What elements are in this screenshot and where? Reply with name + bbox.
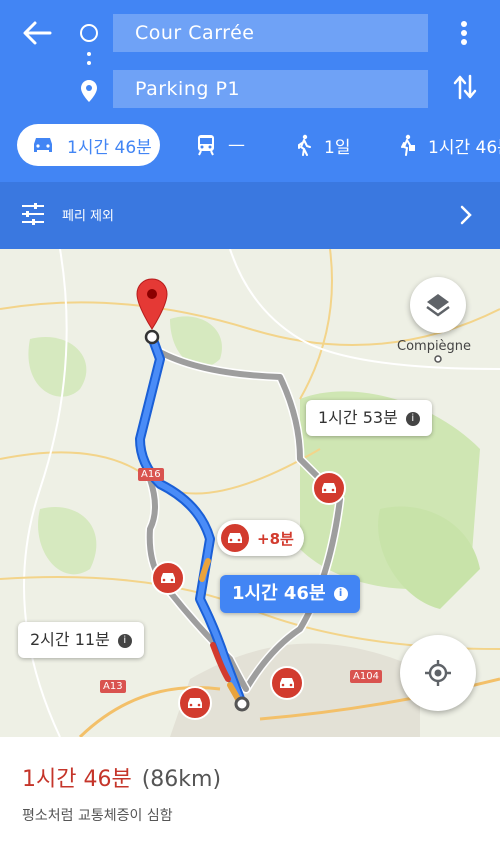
summary-distance: (86km) — [141, 767, 222, 792]
swap-icon[interactable] — [452, 72, 478, 102]
chevron-right-icon — [460, 205, 472, 225]
tab-driving-label: 1시간 46분 — [67, 137, 152, 158]
origin-input[interactable]: Cour Carrée — [113, 14, 428, 52]
layers-icon — [426, 294, 450, 317]
delay-label: +8분 — [257, 529, 294, 548]
traffic-incident-icon[interactable] — [178, 686, 212, 720]
rideshare-icon — [401, 134, 415, 156]
my-location-button[interactable] — [400, 635, 476, 711]
layers-button[interactable] — [410, 277, 466, 333]
info-icon: i — [117, 633, 132, 648]
route-options-label: 페리 제외 — [62, 209, 114, 224]
route-time-bubble[interactable]: 2시간 11분 i — [18, 622, 144, 658]
destination-pin-icon — [81, 80, 97, 102]
more-vert-icon[interactable] — [456, 18, 472, 48]
route-time-bubble[interactable]: 1시간 53분 i — [306, 400, 432, 436]
road-label: A16 — [138, 468, 164, 481]
directions-header: Cour Carrée Parking P1 1시간 46분 — 1일 1시간 … — [0, 0, 500, 249]
place-label: Compiègne — [397, 339, 472, 354]
road-label: A13 — [100, 680, 126, 693]
tab-rideshare[interactable]: 1시간 46분 — [398, 124, 500, 166]
my-location-icon — [425, 660, 451, 686]
tab-transit[interactable]: — — [196, 124, 245, 166]
walk-icon — [298, 134, 311, 156]
route-summary-panel[interactable]: 1시간 46분 (86km) 평소처럼 교통체증이 심함 — [0, 737, 500, 844]
tune-icon — [22, 203, 44, 225]
tab-driving[interactable]: 1시간 46분 — [17, 124, 160, 166]
tab-transit-label: — — [228, 135, 245, 155]
route-time-label: 2시간 11분 — [30, 630, 110, 649]
traffic-incident-icon[interactable] — [270, 666, 304, 700]
primary-route-bubble[interactable]: 1시간 46분 i — [220, 575, 360, 613]
traffic-incident-icon — [219, 522, 251, 554]
route-options-bar[interactable]: 페리 제외 — [0, 182, 500, 249]
back-arrow-icon[interactable] — [18, 18, 54, 48]
info-icon: i — [405, 411, 420, 426]
traffic-incident-icon[interactable] — [151, 561, 185, 595]
road-label: A104 — [350, 670, 382, 683]
tab-rideshare-label: 1시간 46분 — [428, 137, 500, 158]
transit-icon — [198, 135, 214, 156]
route-dots-icon — [87, 52, 91, 70]
tab-walking-label: 1일 — [324, 137, 351, 158]
traffic-status-text: 평소처럼 교통체증이 심함 — [22, 808, 173, 824]
route-time-label: 1시간 53분 — [318, 408, 398, 427]
traffic-delay-badge[interactable]: +8분 — [217, 520, 304, 556]
traffic-incident-icon[interactable] — [312, 471, 346, 505]
destination-input[interactable]: Parking P1 — [113, 70, 428, 108]
route-summary: 1시간 46분 (86km) — [22, 761, 221, 793]
travel-mode-tabs: 1시간 46분 — 1일 1시간 46분 — [0, 118, 500, 178]
car-icon — [34, 138, 52, 152]
destination-marker-icon[interactable] — [135, 277, 169, 331]
info-icon: i — [333, 587, 348, 601]
map-view[interactable]: Compiègne A16 A13 A104 1시간 53분 i 1시간 46분 i… — [0, 249, 500, 737]
tab-walking[interactable]: 1일 — [296, 124, 350, 166]
route-time-label: 1시간 46분 — [232, 583, 326, 604]
summary-time: 1시간 46분 — [22, 767, 132, 792]
origin-circle-icon — [80, 24, 98, 42]
